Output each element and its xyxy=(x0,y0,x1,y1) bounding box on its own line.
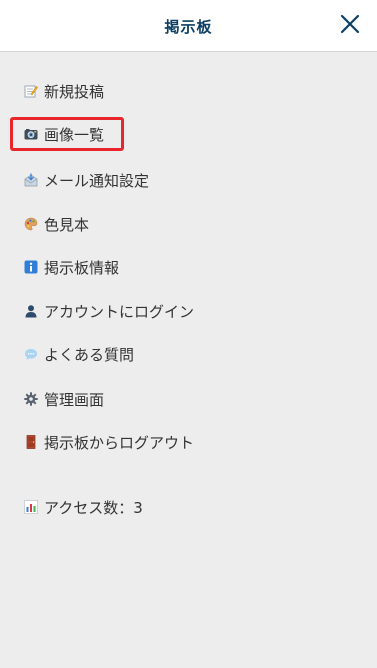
info-icon xyxy=(24,260,38,274)
access-count-label: アクセス数：3 xyxy=(44,498,143,517)
menu-item-label: 画像一覧 xyxy=(44,125,105,144)
incoming-mail-icon xyxy=(24,173,38,187)
menu-item-label: アカウントにログイン xyxy=(44,302,195,321)
menu-item-mail-notification[interactable]: メール通知設定 xyxy=(24,166,149,194)
page-title: 掲示板 xyxy=(164,18,213,36)
menu-item-label: 色見本 xyxy=(44,215,90,234)
menu-item-label: 新規投稿 xyxy=(44,82,105,101)
speech-bubble-icon xyxy=(24,347,38,361)
gear-icon xyxy=(24,392,38,406)
access-counter: アクセス数：3 xyxy=(24,493,143,521)
menu-item-admin[interactable]: 管理画面 xyxy=(24,385,104,413)
menu-item-label: 掲示板からログアウト xyxy=(44,433,195,452)
menu-item-label: よくある質問 xyxy=(44,345,135,364)
bar-chart-icon xyxy=(24,500,38,514)
close-icon[interactable] xyxy=(339,13,361,35)
menu-item-login[interactable]: アカウントにログイン xyxy=(24,297,194,325)
palette-icon xyxy=(24,217,38,231)
menu-item-logout[interactable]: 掲示板からログアウト xyxy=(24,428,194,456)
menu-item-image-list[interactable]: 画像一覧 xyxy=(24,120,104,148)
menu-item-faq[interactable]: よくある質問 xyxy=(24,340,134,368)
user-icon xyxy=(24,304,38,318)
menu-item-new-post[interactable]: 新規投稿 xyxy=(24,77,104,105)
header-bar: 掲示板 xyxy=(0,0,377,52)
camera-icon xyxy=(24,127,38,141)
door-icon xyxy=(24,435,38,449)
menu-item-label: 管理画面 xyxy=(44,390,105,409)
menu-item-color-samples[interactable]: 色見本 xyxy=(24,210,89,238)
memo-icon xyxy=(24,84,38,98)
menu-item-board-info[interactable]: 掲示板情報 xyxy=(24,253,119,281)
menu-item-label: 掲示板情報 xyxy=(44,258,120,277)
menu-item-label: メール通知設定 xyxy=(44,171,150,190)
